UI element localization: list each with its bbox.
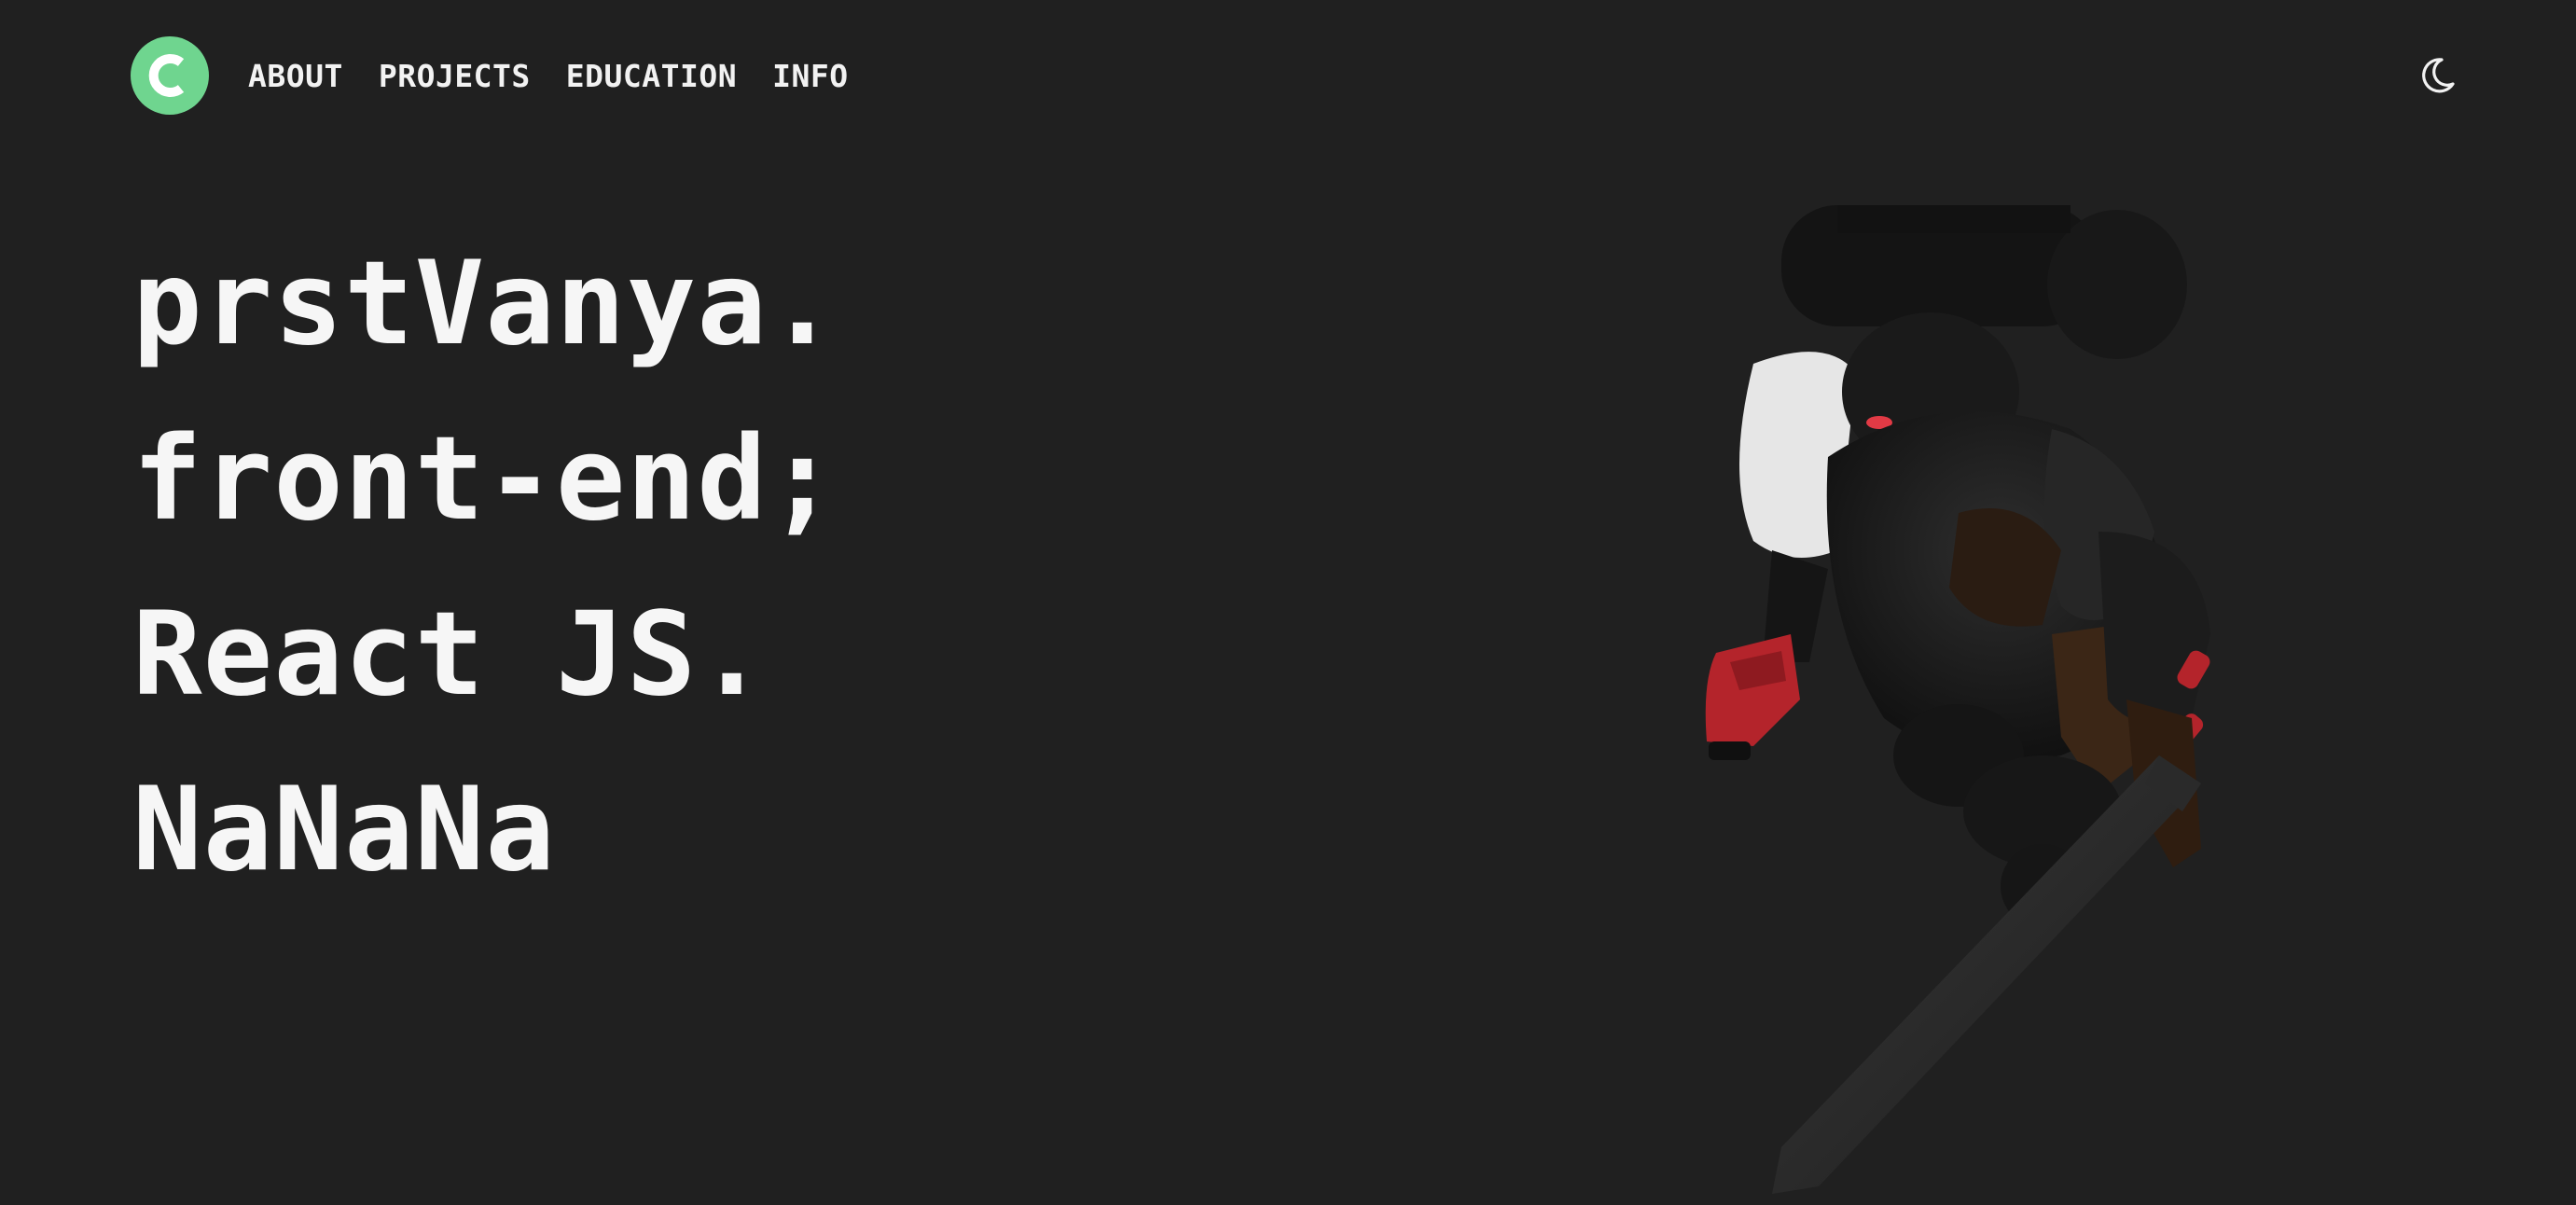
nav-link-projects[interactable]: PROJECTS — [379, 58, 531, 94]
moon-icon — [2422, 58, 2455, 93]
c-logo-icon — [148, 54, 185, 97]
theme-toggle-button[interactable] — [2414, 52, 2460, 99]
hero-line-name: prstVanya. — [132, 237, 838, 371]
3d-model-viewer[interactable] — [1651, 196, 2304, 1205]
hero-line-stack: React JS. — [132, 588, 768, 722]
nav-link-education[interactable]: EDUCATION — [566, 58, 737, 94]
hero-line-extra: NaNaNa — [132, 763, 556, 897]
armored-knight-model — [1705, 205, 2210, 1194]
nav-link-info[interactable]: INFO — [772, 58, 848, 94]
site-header: ABOUT PROJECTS EDUCATION INFO — [131, 35, 884, 116]
nav-link-about[interactable]: ABOUT — [248, 58, 343, 94]
logo[interactable] — [131, 36, 209, 115]
hero-line-role: front-end; — [132, 412, 838, 547]
page: ABOUT PROJECTS EDUCATION INFO prstVanya.… — [0, 0, 2576, 1205]
hero-text: prstVanya. front-end; React JS. NaNaNa — [132, 216, 838, 918]
main-nav: ABOUT PROJECTS EDUCATION INFO — [248, 58, 884, 94]
